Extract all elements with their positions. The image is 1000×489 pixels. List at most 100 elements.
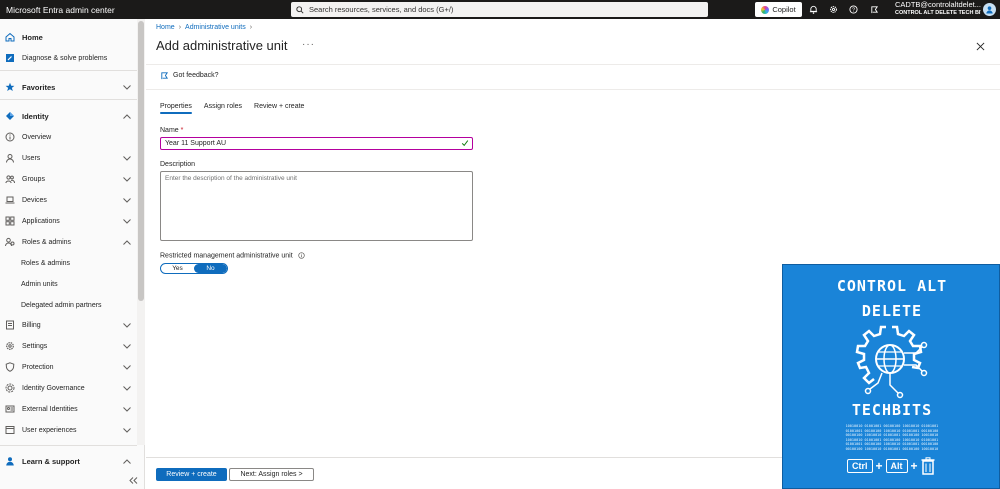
- help-icon[interactable]: ?: [847, 3, 860, 16]
- external-icon: [5, 404, 15, 414]
- sidebar-subitem-delegated-admin-partners[interactable]: Delegated admin partners: [0, 296, 137, 314]
- ctrl-alt-delete-keys: Ctrl + Alt +: [847, 457, 935, 475]
- review-create-button[interactable]: Review + create: [156, 468, 227, 481]
- alt-key: Alt: [885, 459, 908, 473]
- chevron-down-icon: [122, 218, 132, 224]
- tab-review-create[interactable]: Review + create: [254, 103, 304, 114]
- plus-sign: +: [875, 459, 883, 473]
- sidebar-item-learn-support[interactable]: Learn & support: [0, 452, 137, 470]
- ctrl-key: Ctrl: [847, 459, 873, 473]
- copilot-icon: [761, 5, 770, 14]
- governance-icon: [5, 383, 15, 393]
- sidebar-item-roles-admins[interactable]: Roles & admins: [0, 233, 137, 251]
- laptop-icon: [5, 195, 15, 205]
- description-textarea[interactable]: Enter the description of the administrat…: [160, 171, 473, 241]
- grid-icon: [5, 216, 15, 226]
- wizard-tabs: Properties Assign roles Review + create: [160, 103, 316, 114]
- star-icon: [5, 82, 15, 92]
- chevron-down-icon: [122, 176, 132, 182]
- collapse-sidebar-icon[interactable]: [127, 474, 139, 486]
- chevron-up-icon: [122, 458, 132, 464]
- chevron-down-icon: [122, 197, 132, 203]
- breadcrumb-admin-units[interactable]: Administrative units: [185, 24, 246, 31]
- restricted-toggle[interactable]: Yes No: [160, 263, 228, 274]
- close-icon[interactable]: [976, 42, 986, 52]
- chevron-up-icon: [122, 113, 132, 119]
- info-icon: [5, 132, 15, 142]
- sidebar-subitem-roles-admins[interactable]: Roles & admins: [0, 254, 137, 272]
- chevron-up-icon: [122, 239, 132, 245]
- feedback-link[interactable]: Got feedback?: [160, 71, 219, 80]
- plus-sign: +: [910, 459, 918, 473]
- logo-line3: TECHBITS: [851, 401, 933, 419]
- billing-icon: [5, 320, 15, 330]
- sidebar-item-groups[interactable]: Groups: [0, 170, 137, 188]
- sidebar-item-users[interactable]: Users: [0, 149, 137, 167]
- chevron-down-icon: [122, 322, 132, 328]
- sidebar-item-favorites[interactable]: Favorites: [0, 78, 137, 96]
- toggle-yes[interactable]: Yes: [161, 264, 194, 273]
- tab-properties[interactable]: Properties: [160, 103, 192, 114]
- chevron-down-icon: [122, 385, 132, 391]
- sidebar-item-identity[interactable]: Identity: [0, 107, 137, 125]
- sidebar-item-overview[interactable]: Overview: [0, 128, 137, 146]
- bell-icon[interactable]: [807, 3, 820, 16]
- sidebar-item-user-experiences[interactable]: User experiences: [0, 421, 137, 439]
- chevron-down-icon: [122, 84, 132, 90]
- trash-icon: [921, 457, 935, 475]
- chevron-down-icon: [122, 406, 132, 412]
- sidebar-item-devices[interactable]: Devices: [0, 191, 137, 209]
- person-icon: [5, 153, 15, 163]
- sidebar-item-external-identities[interactable]: External Identities: [0, 400, 137, 418]
- next-assign-roles-button[interactable]: Next: Assign roles >: [229, 468, 314, 481]
- description-label: Description: [160, 161, 196, 168]
- info-icon[interactable]: [297, 252, 305, 259]
- sidebar-item-home[interactable]: Home: [0, 28, 137, 46]
- wrench-icon: [5, 53, 15, 63]
- chevron-down-icon: [122, 155, 132, 161]
- feedback-icon[interactable]: [868, 3, 881, 16]
- copilot-label: Copilot: [772, 5, 796, 14]
- search-box[interactable]: Search resources, services, and docs (G+…: [291, 2, 708, 17]
- sidebar-item-identity-governance[interactable]: Identity Governance: [0, 379, 137, 397]
- scrollbar-thumb[interactable]: [138, 21, 144, 301]
- breadcrumb-home[interactable]: Home: [156, 24, 175, 31]
- person-support-icon: [5, 456, 15, 466]
- copilot-button[interactable]: Copilot: [755, 2, 802, 17]
- checkmark-icon: [461, 140, 469, 147]
- sidebar-item-billing[interactable]: Billing: [0, 316, 137, 334]
- sidebar-subitem-admin-units[interactable]: Admin units: [0, 275, 137, 293]
- techbits-logo: CONTROL ALT DELETE TECHBITS 10010010 010…: [782, 264, 1000, 489]
- sidebar-item-diagnose[interactable]: Diagnose & solve problems: [0, 49, 137, 67]
- account-email: CADTB@controlaltdelet...: [895, 1, 981, 9]
- description-placeholder: Enter the description of the administrat…: [165, 175, 297, 182]
- more-options-icon[interactable]: ···: [302, 39, 315, 50]
- search-icon: [296, 5, 304, 14]
- avatar[interactable]: [983, 3, 996, 16]
- home-icon: [5, 32, 15, 42]
- chevron-down-icon: [122, 364, 132, 370]
- name-input[interactable]: Year 11 Support AU: [160, 137, 473, 150]
- sidebar-item-settings[interactable]: Settings: [0, 337, 137, 355]
- toggle-no[interactable]: No: [194, 264, 227, 273]
- person-icon: [986, 6, 993, 14]
- experience-icon: [5, 425, 15, 435]
- chevron-down-icon: [122, 343, 132, 349]
- sidebar-item-protection[interactable]: Protection: [0, 358, 137, 376]
- app-title[interactable]: Microsoft Entra admin center: [0, 5, 290, 15]
- chevron-right-icon: ›: [178, 24, 182, 31]
- page-title: Add administrative unit: [156, 38, 288, 53]
- search-placeholder: Search resources, services, and docs (G+…: [309, 5, 454, 14]
- account-tenant: CONTROL ALT DELETE TECH BITS...: [895, 10, 981, 16]
- chevron-right-icon: ›: [249, 24, 253, 31]
- account-info[interactable]: CADTB@controlaltdelet... CONTROL ALT DEL…: [895, 1, 981, 17]
- sidebar-scrollbar[interactable]: [137, 19, 145, 445]
- shield-icon: [5, 362, 15, 372]
- gear-icon[interactable]: [827, 3, 840, 16]
- tab-assign-roles[interactable]: Assign roles: [204, 103, 242, 114]
- sidebar-item-applications[interactable]: Applications: [0, 212, 137, 230]
- logo-line1: CONTROL ALT: [836, 277, 948, 295]
- gear-icon: [5, 341, 15, 351]
- people-icon: [5, 174, 15, 184]
- required-marker: *: [180, 127, 184, 134]
